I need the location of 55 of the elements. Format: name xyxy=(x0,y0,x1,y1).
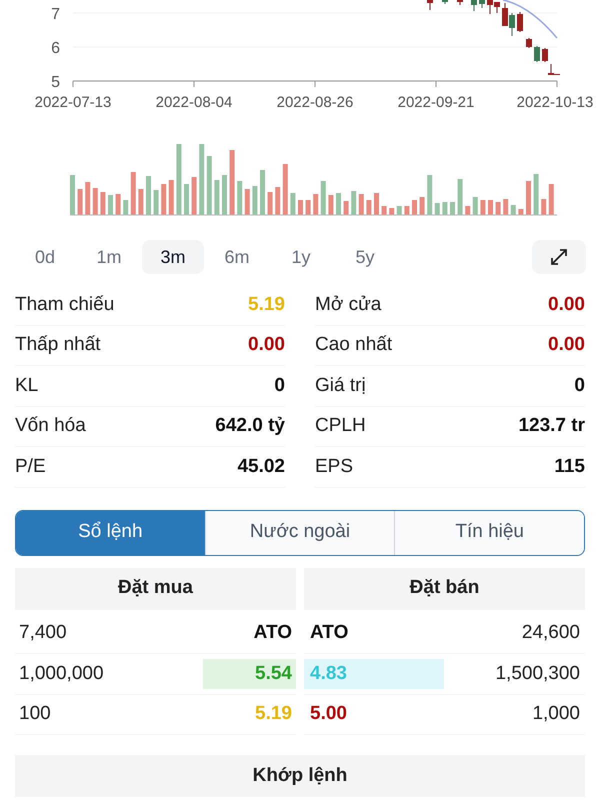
axis-label: 2022-08-26 xyxy=(276,94,354,111)
period-tab[interactable]: 5y xyxy=(334,240,396,274)
column-header: Đặt bán xyxy=(304,568,585,610)
stat-label: Giá trị xyxy=(315,374,366,398)
stat-value: 0.00 xyxy=(548,292,585,316)
price-cell-text: 5.19 xyxy=(254,702,293,726)
axis-label: 2022-08-04 xyxy=(156,94,232,111)
segment-tab[interactable]: Nước ngoài xyxy=(204,510,394,554)
stat-label: Vốn hóa xyxy=(15,414,86,438)
price-cell-text: ATO xyxy=(252,621,293,645)
stat-label: Thấp nhất xyxy=(15,333,101,357)
segment-tab[interactable]: Sổ lệnh xyxy=(16,510,205,554)
stat-label: Tham chiếu xyxy=(15,292,114,316)
period-tab[interactable]: 1m xyxy=(78,240,140,274)
expand-button[interactable] xyxy=(532,240,586,274)
stat-value: 5.19 xyxy=(248,292,285,316)
section-header: Khớp lệnh xyxy=(15,755,585,797)
volume-cell-text: 1,500,300 xyxy=(495,662,581,686)
axis-label: 2022-09-21 xyxy=(398,94,474,111)
price-cell-text: ATO xyxy=(309,621,350,645)
stat-value: 45.02 xyxy=(237,454,285,478)
stat-value: 0.00 xyxy=(248,333,285,357)
volume-cell-text: 24,600 xyxy=(522,621,581,645)
stat-label: KL xyxy=(15,374,38,398)
segment-tab[interactable]: Tín hiệu xyxy=(394,510,584,554)
price-cell-text: 5.00 xyxy=(309,702,348,726)
stat-label: Cao nhất xyxy=(315,333,392,357)
period-tab[interactable]: 3m xyxy=(142,240,204,274)
period-tab[interactable]: 6m xyxy=(206,240,268,274)
stat-value: 0.00 xyxy=(548,333,585,357)
stat-value: 115 xyxy=(554,454,585,478)
column-header: Đặt mua xyxy=(15,568,296,610)
axis-label: 2022-07-13 xyxy=(34,94,112,111)
stat-value: 0 xyxy=(574,374,585,398)
stat-label: EPS xyxy=(315,454,354,478)
volume-cell-text: 100 xyxy=(18,702,51,726)
period-tab[interactable]: 1y xyxy=(270,240,332,274)
expand-icon xyxy=(549,247,569,267)
axis-label: 7 xyxy=(51,6,60,23)
price-cell: 5.54 xyxy=(203,658,296,689)
volume-cell-text: 1,000,000 xyxy=(18,662,104,686)
stat-value: 642.0 tỷ xyxy=(215,414,285,438)
moving-average-line xyxy=(502,0,558,38)
volume-cell-text: 7,400 xyxy=(18,621,67,645)
stat-value: 0 xyxy=(274,374,285,398)
stat-label: P/E xyxy=(15,454,46,478)
axis-label: 2022-10-13 xyxy=(516,94,594,111)
stat-label: CPLH xyxy=(315,414,366,438)
price-cell: 4.83 xyxy=(304,658,444,689)
period-tab[interactable]: 0d xyxy=(14,240,76,274)
axis-label: 6 xyxy=(51,40,60,57)
stat-label: Mở cửa xyxy=(315,292,382,316)
volume-cell-text: 1,000 xyxy=(532,702,581,726)
stat-value: 123.7 tr xyxy=(518,414,585,438)
axis-label: 5 xyxy=(51,74,60,91)
